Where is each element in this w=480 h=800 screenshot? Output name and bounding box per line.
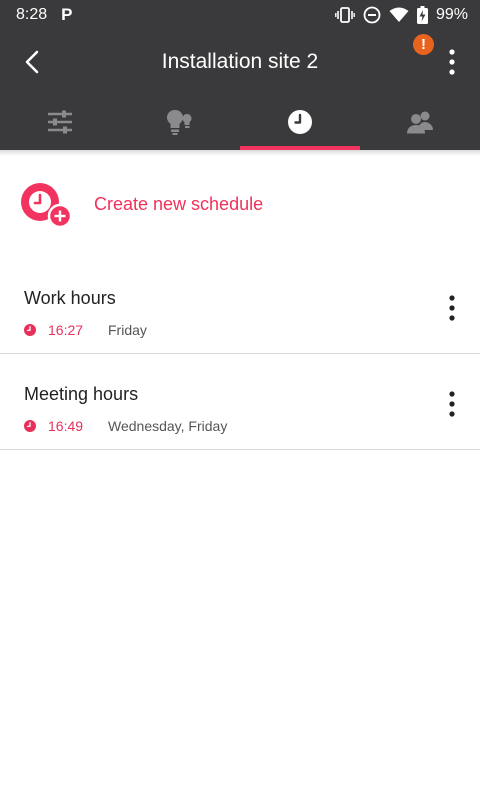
more-vertical-icon [449, 295, 455, 321]
schedule-name: Meeting hours [24, 384, 139, 404]
create-schedule-label[interactable]: Create new schedule [94, 194, 263, 215]
users-icon [407, 111, 433, 134]
tab-bar-shadow [0, 150, 480, 156]
tab-bar [0, 94, 480, 150]
tab-schedules[interactable] [240, 94, 360, 150]
schedule-options-button[interactable] [436, 290, 468, 326]
schedule-item[interactable]: Work hours 16:27 Friday [0, 258, 480, 354]
bulbs-icon [167, 110, 192, 135]
create-schedule-row[interactable]: Create new schedule [0, 164, 480, 248]
clock-icon [288, 110, 312, 134]
clock-small-icon [24, 420, 36, 432]
schedule-time: 16:49 [48, 418, 84, 434]
sliders-icon [48, 110, 72, 134]
overflow-menu-button[interactable] [436, 44, 468, 80]
tab-devices[interactable] [120, 94, 240, 150]
schedule-meta: 16:27 Friday [24, 322, 147, 338]
vibrate-icon [335, 6, 355, 24]
wifi-icon [389, 7, 409, 23]
schedule-meta: 16:49 Wednesday, Friday [24, 418, 227, 434]
schedule-item[interactable]: Meeting hours 16:49 Wednesday, Friday [0, 354, 480, 450]
page-title: Installation site 2 [161, 50, 319, 73]
more-vertical-icon [449, 49, 455, 75]
tab-settings[interactable] [0, 94, 120, 150]
add-schedule-icon [20, 182, 73, 229]
do-not-disturb-icon [363, 6, 381, 24]
battery-charging-icon [416, 6, 428, 24]
status-left: 8:28 P [16, 5, 72, 25]
status-bar: 8:28 P 99% [0, 0, 480, 30]
alert-badge[interactable]: ! [413, 34, 434, 55]
schedule-days: Wednesday, Friday [108, 418, 228, 434]
battery-level: 99% [435, 6, 468, 23]
schedule-days: Friday [108, 322, 147, 338]
app-bar: Installation site 2 ! [0, 30, 480, 94]
status-right: 99% [335, 6, 468, 24]
tab-users[interactable] [360, 94, 480, 150]
clock-small-icon [24, 324, 36, 336]
schedule-name: Work hours [24, 288, 116, 308]
more-vertical-icon [449, 391, 455, 417]
status-time: 8:28 [16, 6, 48, 23]
schedule-time: 16:27 [48, 322, 84, 338]
schedule-options-button[interactable] [436, 386, 468, 422]
parking-app-icon: P [61, 5, 73, 24]
